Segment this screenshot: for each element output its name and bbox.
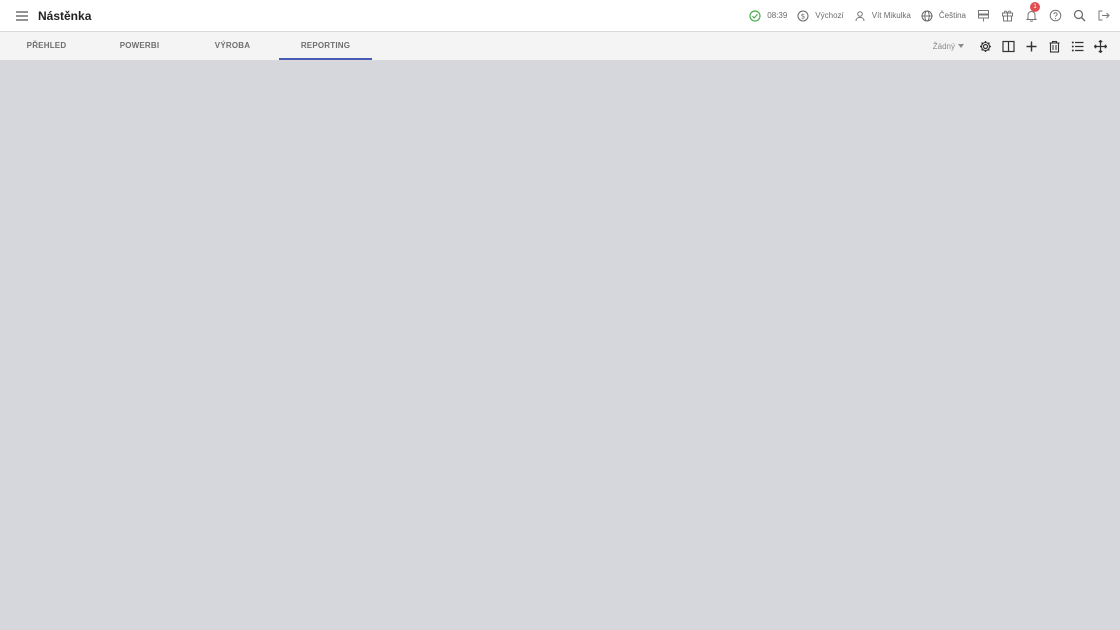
tab-prehled[interactable]: PŘEHLED: [0, 32, 93, 60]
page-title: Nástěnka: [38, 8, 92, 23]
check-circle-icon: [748, 9, 762, 23]
signpost-icon[interactable]: [976, 9, 990, 23]
notification-badge: 1: [1030, 1, 1040, 12]
language-selector[interactable]: Čeština: [920, 0, 966, 32]
currency-label: Výchozí: [815, 11, 844, 20]
gift-icon[interactable]: [1000, 9, 1014, 23]
globe-icon: [920, 9, 934, 23]
tab-powerbi[interactable]: POWERBI: [93, 32, 186, 60]
connection-status[interactable]: 08:39: [748, 0, 787, 32]
list-icon[interactable]: [1070, 39, 1085, 54]
user-icon: [853, 9, 867, 23]
columns-icon[interactable]: [1001, 39, 1016, 54]
status-time: 08:39: [767, 11, 788, 20]
move-icon[interactable]: [1093, 39, 1108, 54]
tab-reporting[interactable]: REPORTING: [279, 32, 372, 60]
layout-select[interactable]: Žádný: [933, 42, 964, 51]
settings-icon[interactable]: [978, 39, 993, 54]
language-label: Čeština: [938, 11, 966, 20]
help-icon[interactable]: [1048, 9, 1062, 23]
user-menu[interactable]: Vít Mikulka: [853, 0, 911, 32]
plus-icon[interactable]: [1024, 39, 1039, 54]
dashboard-canvas: [0, 61, 1120, 630]
search-icon[interactable]: [1072, 9, 1086, 23]
currency-selector[interactable]: $ Výchozí: [796, 0, 844, 32]
dashboard-tabs: PŘEHLED POWERBI VÝROBA REPORTING Žádný: [0, 32, 1120, 61]
layout-select-value: Žádný: [932, 41, 955, 51]
trash-icon[interactable]: [1047, 39, 1062, 54]
tab-vyroba[interactable]: VÝROBA: [186, 32, 279, 60]
logout-icon[interactable]: [1096, 9, 1110, 23]
user-name: Vít Mikulka: [871, 11, 911, 20]
dollar-circle-icon: $: [796, 9, 810, 23]
svg-text:$: $: [801, 12, 805, 20]
notifications-button[interactable]: 1: [1024, 1, 1040, 23]
caret-down-icon: [958, 44, 964, 48]
dashboard-toolbar: Žádný: [933, 32, 1120, 60]
hamburger-menu-icon[interactable]: [12, 6, 32, 26]
header-toolbar: 08:39 $ Výchozí Vít Mikulka Čeština 1: [739, 0, 1120, 32]
top-header: Nástěnka 08:39 $ Výchozí Vít Mikulka Češ…: [0, 0, 1120, 32]
